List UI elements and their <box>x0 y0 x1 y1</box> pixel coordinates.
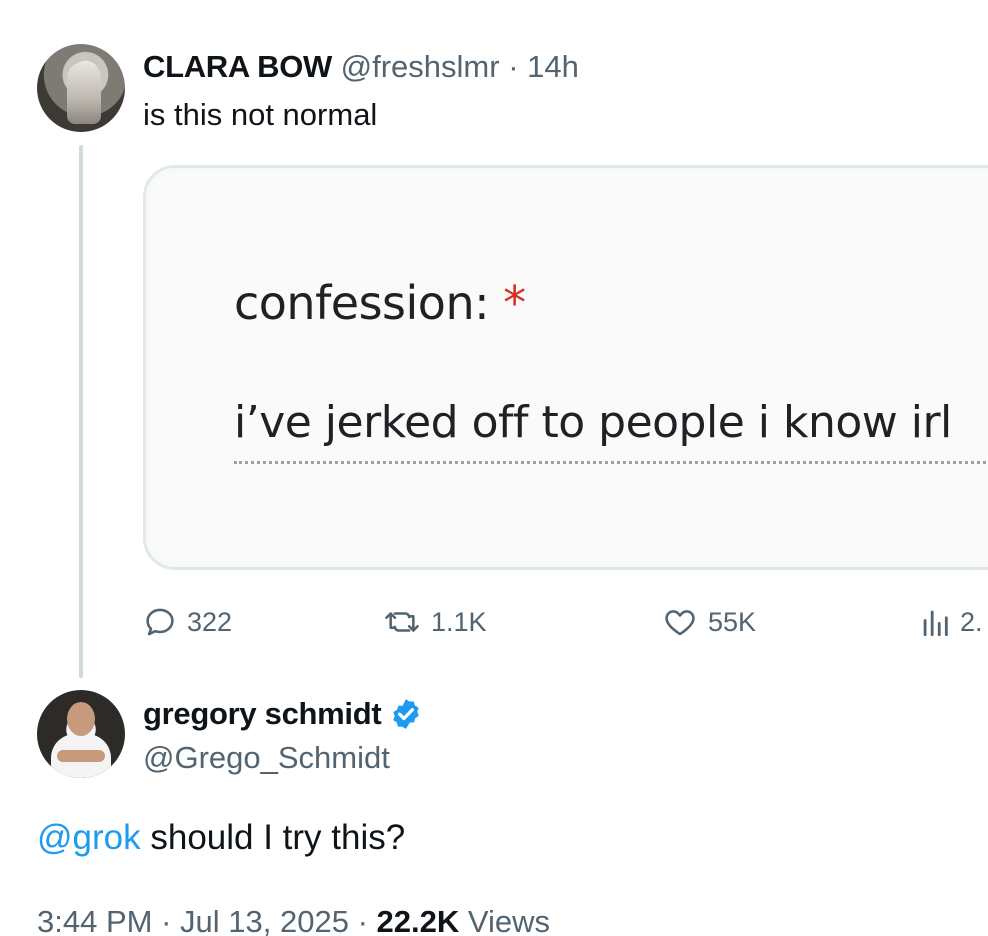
like-button[interactable]: 55K <box>662 605 756 639</box>
like-count: 55K <box>708 606 757 637</box>
reply-text-body: should I try this? <box>140 818 406 857</box>
separator-dot: · <box>161 904 172 936</box>
form-answer-text: i’ve jerked off to people i know irl <box>234 397 952 448</box>
separator-dot: · <box>508 49 519 84</box>
form-question-text: confession: <box>234 276 490 330</box>
thread-connector-line <box>79 145 83 678</box>
retweet-count: 1.1K <box>431 606 487 637</box>
views-icon <box>923 610 948 637</box>
mention-link[interactable]: @grok <box>37 818 141 857</box>
heart-icon <box>665 610 695 636</box>
tweet-meta: 3:44 PM · Jul 13, 2025 · 22.2K Views <box>37 903 550 936</box>
reply-author-name-row: gregory schmidt <box>143 695 423 733</box>
tweet-thread: CLARA BOW @freshslmr · 14h is this not n… <box>0 0 988 936</box>
media-image: confession: * i’ve jerked off to people i… <box>150 172 988 563</box>
form-answer-underline <box>234 461 988 464</box>
author-handle[interactable]: @freshslmr <box>341 49 500 84</box>
post-date[interactable]: Jul 13, 2025 <box>180 904 349 936</box>
verified-badge-icon[interactable] <box>389 697 423 731</box>
reply-count: 322 <box>187 606 233 637</box>
views-total: 22.2K <box>376 904 460 936</box>
separator-dot: · <box>357 904 368 936</box>
views-count: 2. <box>960 606 983 637</box>
timestamp[interactable]: 14h <box>527 49 579 84</box>
avatar[interactable] <box>37 690 125 778</box>
reply-author-display-name[interactable]: gregory schmidt <box>143 695 382 733</box>
media-card[interactable]: confession: * i’ve jerked off to people i… <box>143 165 988 570</box>
author-display-name[interactable]: CLARA BOW <box>143 49 332 84</box>
reply-button[interactable]: 322 <box>143 605 232 639</box>
tweet-text: is this not normal <box>143 97 378 132</box>
avatar-image <box>67 62 101 124</box>
form-question-label: confession: * <box>234 276 526 330</box>
avatar-image-arms <box>57 750 105 762</box>
reply-tweet-text: @grok should I try this? <box>37 817 405 859</box>
retweet-button[interactable]: 1.1K <box>383 605 487 639</box>
views-button[interactable]: 2. <box>920 605 983 639</box>
avatar-image-head <box>67 702 95 736</box>
avatar[interactable] <box>37 44 125 132</box>
reply-icon <box>146 608 174 636</box>
reply-author-handle[interactable]: @Grego_Schmidt <box>143 739 390 777</box>
tweet-header: CLARA BOW @freshslmr · 14h <box>143 48 579 86</box>
required-mark: * <box>503 276 526 330</box>
views-label: Views <box>459 904 551 936</box>
post-time[interactable]: 3:44 PM <box>37 904 152 936</box>
retweet-icon <box>385 612 419 632</box>
